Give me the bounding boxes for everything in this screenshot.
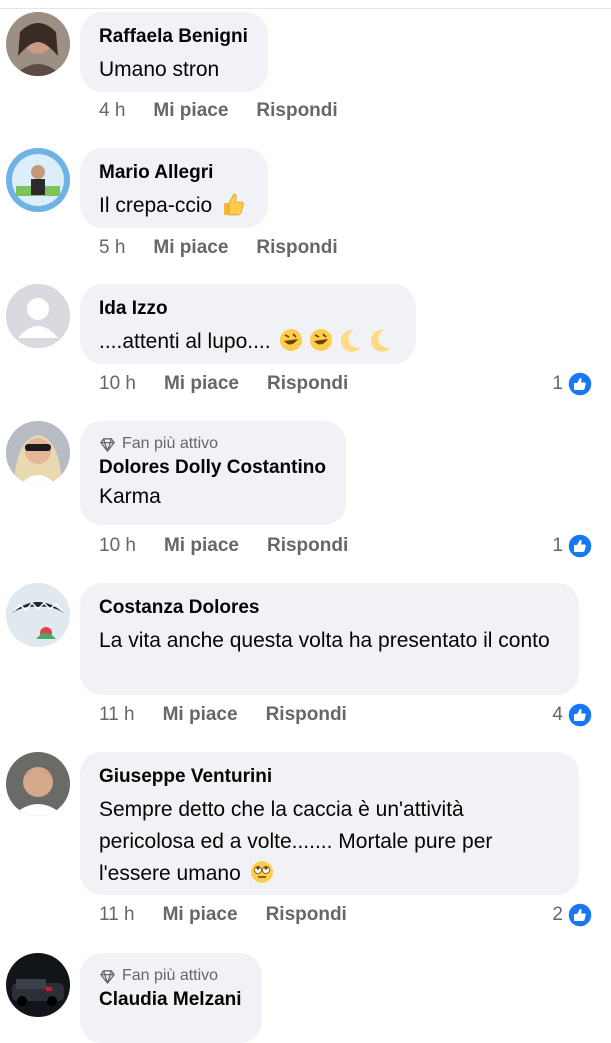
comment-author[interactable]: Dolores Dolly Costantino [99, 455, 326, 481]
comment-actions: 11 h Mi piace Rispondi [99, 902, 347, 928]
comment-actions: 10 h Mi piace Rispondi [99, 533, 348, 559]
comment-actions: 4 h Mi piace Rispondi [99, 98, 338, 124]
like-button[interactable]: Mi piace [163, 902, 238, 928]
comment-author[interactable]: Mario Allegri [99, 160, 248, 186]
moon-emoji-icon [371, 329, 392, 352]
comment-text: ....attenti al lupo.... [99, 326, 396, 358]
comment-bubble: Mario Allegri Il crepa-ccio [80, 148, 269, 228]
avatar[interactable] [6, 421, 70, 485]
comment-text: La vita anche questa volta ha presentato… [99, 629, 550, 652]
comment-time[interactable]: 4 h [99, 98, 125, 124]
reaction-summary[interactable]: 1 [552, 532, 593, 560]
diamond-icon [100, 437, 115, 452]
avatar[interactable] [6, 148, 70, 212]
thumbs-up-emoji-icon [224, 193, 244, 216]
comment-actions: 11 h Mi piace Rispondi [99, 702, 347, 728]
eye-roll-emoji-icon [250, 861, 273, 883]
avatar[interactable] [6, 583, 70, 647]
like-button[interactable]: Mi piace [153, 235, 228, 261]
reaction-summary[interactable]: 2 [552, 901, 593, 929]
top-fan-badge: Fan più attivo [99, 965, 242, 987]
comment-bubble: Giuseppe Venturini Sempre detto che la c… [80, 752, 579, 895]
like-reaction-icon [567, 371, 593, 397]
comment-text-content: Il crepa-ccio [99, 194, 213, 217]
comment-time[interactable]: 11 h [99, 702, 135, 728]
reply-button[interactable]: Rispondi [267, 371, 348, 397]
comment-author[interactable]: Claudia Melzani [99, 987, 242, 1013]
top-divider [0, 0, 611, 9]
diamond-icon [100, 969, 115, 984]
reaction-count: 1 [552, 535, 563, 556]
comment-text: Umano stron [99, 58, 220, 81]
comment-actions: 5 h Mi piace Rispondi [99, 235, 338, 261]
comment-bubble: Raffaela Benigni Umano stron [80, 12, 268, 92]
comment-actions: 10 h Mi piace Rispondi [99, 371, 348, 397]
badge-label: Fan più attivo [122, 967, 219, 984]
comment-text: Karma [99, 485, 161, 508]
comment-time[interactable]: 10 h [99, 371, 136, 397]
comment-text-content: ....attenti al lupo.... [99, 330, 271, 353]
like-reaction-icon [567, 902, 593, 928]
reaction-count: 4 [552, 704, 563, 725]
comment-author[interactable]: Costanza Dolores [99, 595, 559, 621]
like-reaction-icon [567, 702, 593, 728]
comment-text-content: Sempre detto che la caccia è un'attività… [99, 798, 493, 885]
reaction-count: 2 [552, 904, 563, 925]
reply-button[interactable]: Rispondi [267, 533, 348, 559]
like-button[interactable]: Mi piace [164, 371, 239, 397]
comment-time[interactable]: 10 h [99, 533, 136, 559]
top-fan-badge: Fan più attivo [99, 433, 326, 455]
like-reaction-icon [567, 533, 593, 559]
like-button[interactable]: Mi piace [163, 702, 238, 728]
reply-button[interactable]: Rispondi [256, 98, 337, 124]
comment-bubble: Fan più attivo Dolores Dolly Costantino … [80, 421, 346, 525]
comment-bubble: Ida Izzo ....attenti al lupo.... [80, 284, 417, 364]
comment-time[interactable]: 11 h [99, 902, 135, 928]
comment-bubble: Costanza Dolores La vita anche questa vo… [80, 583, 579, 695]
avatar[interactable] [6, 12, 70, 76]
avatar[interactable] [6, 953, 70, 1017]
reaction-summary[interactable]: 4 [552, 701, 593, 729]
like-button[interactable]: Mi piace [164, 533, 239, 559]
comment-time[interactable]: 5 h [99, 235, 125, 261]
rofl-emoji-icon [280, 329, 303, 351]
avatar[interactable] [6, 284, 70, 348]
reaction-count: 1 [552, 373, 563, 394]
comment-author[interactable]: Giuseppe Venturini [99, 764, 559, 790]
like-button[interactable]: Mi piace [153, 98, 228, 124]
comment-text: Il crepa-ccio [99, 190, 248, 222]
reply-button[interactable]: Rispondi [256, 235, 337, 261]
comment-author[interactable]: Ida Izzo [99, 296, 396, 322]
reaction-summary[interactable]: 1 [552, 370, 593, 398]
comment-author[interactable]: Raffaela Benigni [99, 24, 248, 50]
moon-emoji-icon [341, 329, 362, 352]
badge-label: Fan più attivo [122, 435, 219, 452]
avatar[interactable] [6, 752, 70, 816]
rofl-emoji-icon [310, 329, 333, 351]
comment-text: Sempre detto che la caccia è un'attività… [99, 794, 559, 890]
reply-button[interactable]: Rispondi [266, 902, 347, 928]
reply-button[interactable]: Rispondi [266, 702, 347, 728]
comment-bubble: Fan più attivo Claudia Melzani [80, 953, 262, 1043]
